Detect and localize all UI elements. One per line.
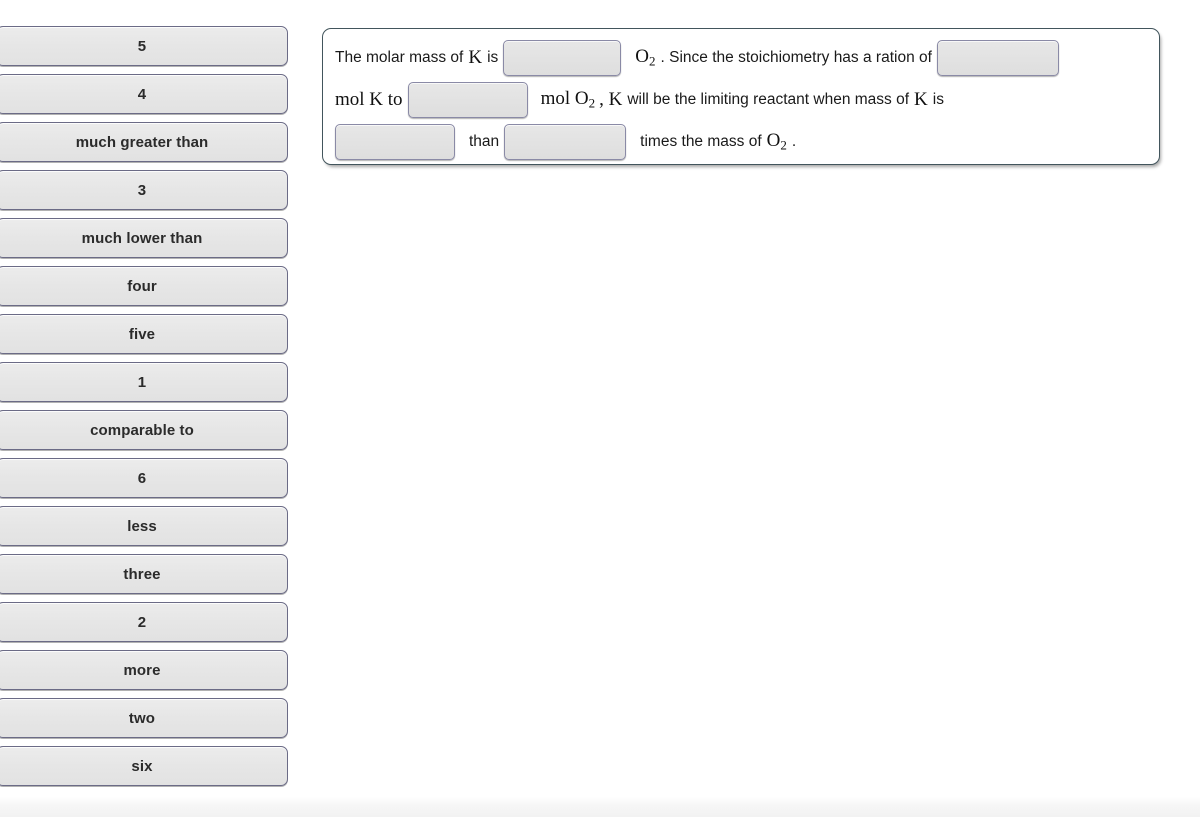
line2-element-k: K (914, 89, 928, 110)
line2-text-mol-k-to: mol K to (335, 89, 403, 110)
answer-bank-item-label: more (123, 661, 161, 679)
answer-bank-item-label: four (127, 277, 157, 295)
answer-bank-item-9[interactable]: 6 (0, 458, 288, 498)
answer-bank-item-label: five (128, 325, 156, 343)
answer-bank-item-1[interactable]: 4 (0, 74, 288, 114)
answer-bank-item-label: much greater than (75, 133, 209, 151)
line2-mol-o2-subscript: 2 (588, 95, 596, 111)
blank-molar-mass[interactable] (503, 39, 622, 76)
answer-bank-item-label: comparable to (90, 421, 194, 439)
line3-text-period: . (791, 132, 797, 150)
answer-bank-item-label: 5 (137, 37, 147, 55)
line1-text-is: is (487, 48, 499, 66)
question-panel: The molar mass of K is O2 . Since the st… (322, 28, 1160, 165)
line1-text-after: . Since the stoichiometry has a ration o… (660, 48, 932, 66)
blank-times-factor[interactable] (504, 123, 627, 160)
line2-text-is: is (932, 90, 944, 108)
answer-bank-item-14[interactable]: two (0, 698, 288, 738)
line3-formula-o2-subscript: 2 (780, 137, 787, 153)
answer-bank-item-8[interactable]: comparable to (0, 410, 288, 450)
answer-bank-item-label: 4 (137, 85, 147, 103)
answer-bank-item-7[interactable]: 1 (0, 362, 288, 402)
line3-formula-o2: O2 (767, 131, 787, 152)
answer-bank-item-4[interactable]: much lower than (0, 218, 288, 258)
line2-text-mol-o2: mol O2 (541, 89, 596, 110)
bottom-band (0, 797, 1200, 817)
answer-bank-item-6[interactable]: five (0, 314, 288, 354)
blank-stoich-ratio-o2[interactable] (407, 81, 528, 118)
answer-bank-item-11[interactable]: three (0, 554, 288, 594)
line2-mol-o2-symbol: mol O (540, 88, 589, 110)
answer-bank-item-5[interactable]: four (0, 266, 288, 306)
answer-bank-item-2[interactable]: much greater than (0, 122, 288, 162)
answer-bank-item-label: three (123, 565, 161, 583)
question-line-3: than times the mass of O2 . (335, 121, 1147, 162)
line3-text-than: than (469, 132, 500, 150)
line1-formula-o2-subscript: 2 (649, 53, 656, 69)
line1-element-k: K (468, 47, 483, 68)
answer-bank-item-label: six (131, 757, 153, 775)
question-line-2: mol K to mol O2 , K will be the limiting… (335, 79, 1147, 120)
answer-bank-item-10[interactable]: less (0, 506, 288, 546)
answer-bank-item-13[interactable]: more (0, 650, 288, 690)
answer-bank-item-label: 2 (137, 613, 147, 631)
question-line-1: The molar mass of K is O2 . Since the st… (335, 37, 1147, 78)
answer-bank-item-label: 6 (137, 469, 147, 487)
blank-stoich-ratio-k[interactable] (936, 39, 1059, 76)
blank-comparison[interactable] (335, 123, 455, 160)
answer-bank-panel: 5 4 much greater than 3 much lower than … (0, 26, 288, 794)
line1-formula-o2-symbol: O (635, 46, 650, 68)
answer-bank-item-label: much lower than (81, 229, 203, 247)
answer-bank-item-0[interactable]: 5 (0, 26, 288, 66)
answer-bank-item-label: 1 (137, 373, 147, 391)
line1-formula-o2: O2 (635, 47, 655, 68)
line1-text-before: The molar mass of (335, 48, 464, 66)
line3-formula-o2-symbol: O (766, 130, 781, 152)
answer-bank-item-label: two (128, 709, 156, 727)
answer-bank-item-12[interactable]: 2 (0, 602, 288, 642)
line2-text-rest: will be the limiting reactant when mass … (627, 90, 910, 108)
answer-bank-item-label: 3 (137, 181, 147, 199)
answer-bank-item-label: less (127, 517, 157, 535)
line3-text-times: times the mass of (640, 132, 762, 150)
answer-bank-item-3[interactable]: 3 (0, 170, 288, 210)
line2-text-comma-k: , K (599, 89, 623, 110)
answer-bank-item-15[interactable]: six (0, 746, 288, 786)
